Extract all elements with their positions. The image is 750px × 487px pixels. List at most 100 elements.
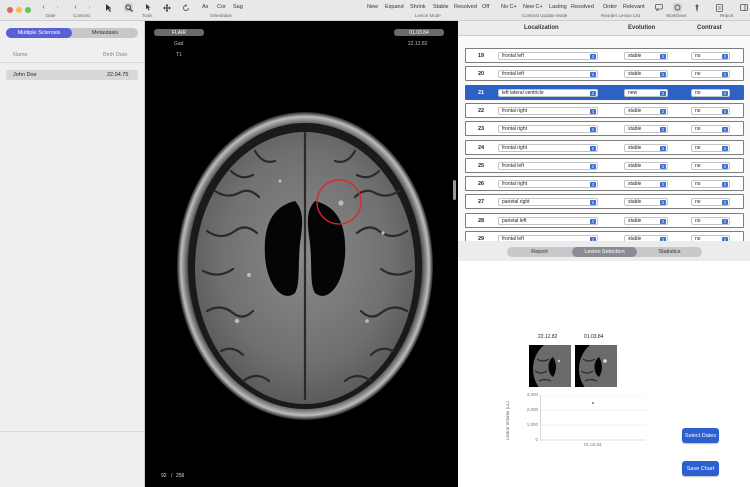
- contrast-dropdown[interactable]: no ⇕: [691, 216, 730, 225]
- contrast-lasting-button[interactable]: Lasting: [549, 4, 567, 11]
- lesion-row[interactable]: 29 frontal left ⇕ stable ⇕ no ⇕: [465, 231, 744, 241]
- pin-icon[interactable]: [692, 3, 701, 12]
- lesion-row[interactable]: 22 frontal right ⇕ stable ⇕ no ⇕: [465, 102, 744, 118]
- minimize-window-button[interactable]: [16, 7, 22, 13]
- contrast-dropdown[interactable]: no ⇕: [691, 125, 730, 134]
- contrast-no-button[interactable]: No C+: [501, 4, 517, 11]
- lesion-new-button[interactable]: New: [367, 4, 378, 11]
- move-icon[interactable]: [162, 3, 171, 12]
- localization-dropdown[interactable]: left lateral ventricle ⇕: [498, 88, 598, 97]
- localization-dropdown[interactable]: frontal right ⇕: [498, 125, 598, 134]
- localization-value: frontal left: [502, 162, 524, 169]
- contrast-resolved-button[interactable]: Resolved: [571, 4, 594, 11]
- localization-dropdown[interactable]: frontal left ⇕: [498, 70, 598, 79]
- arrow-cursor-icon[interactable]: [104, 3, 113, 12]
- zoom-window-button[interactable]: [25, 7, 31, 13]
- evolution-dropdown[interactable]: new ⇕: [624, 88, 668, 97]
- reorder-order-button[interactable]: Order: [603, 4, 617, 11]
- tab-metastasis[interactable]: Metastasis: [72, 28, 138, 38]
- localization-dropdown[interactable]: frontal left ⇕: [498, 52, 598, 60]
- lesion-row[interactable]: 27 parietal right ⇕ stable ⇕ no ⇕: [465, 194, 744, 210]
- chevron-updown-icon: ⇕: [660, 218, 666, 224]
- evolution-dropdown[interactable]: stable ⇕: [624, 180, 668, 189]
- orient-cor-button[interactable]: Cor: [217, 4, 226, 11]
- tab-report[interactable]: Report: [507, 247, 572, 257]
- pointer-icon[interactable]: [143, 3, 152, 12]
- contrast-dropdown[interactable]: no ⇕: [691, 70, 730, 79]
- circle-icon[interactable]: [673, 3, 682, 12]
- header-evolution[interactable]: Evolution: [628, 25, 655, 31]
- lesion-shrink-button[interactable]: Shrink: [410, 4, 426, 11]
- patient-row[interactable]: John Doe 22.04.75: [6, 70, 138, 80]
- contrast-dropdown[interactable]: no ⇕: [691, 106, 730, 115]
- header-localization[interactable]: Localization: [524, 25, 559, 31]
- localization-dropdown[interactable]: frontal right ⇕: [498, 143, 598, 152]
- chart-ytick: 1,000: [526, 422, 538, 427]
- localization-dropdown[interactable]: frontal left ⇕: [498, 161, 598, 170]
- localization-dropdown[interactable]: frontal right ⇕: [498, 180, 598, 189]
- tab-statistics[interactable]: Statistics: [637, 247, 702, 257]
- header-contrast[interactable]: Contrast: [697, 25, 722, 31]
- evolution-dropdown[interactable]: stable ⇕: [624, 52, 668, 60]
- lesion-row[interactable]: 23 frontal right ⇕ stable ⇕ no ⇕: [465, 121, 744, 137]
- lesion-row[interactable]: 25 frontal left ⇕ stable ⇕ no ⇕: [465, 157, 744, 173]
- lesion-row[interactable]: 26 frontal right ⇕ stable ⇕ no ⇕: [465, 176, 744, 192]
- contrast-value: no: [695, 71, 701, 78]
- lesion-row[interactable]: 21 left lateral ventricle ⇕ new ⇕ no ⇕: [465, 84, 744, 100]
- chevron-left-icon[interactable]: ‹: [39, 3, 48, 12]
- column-header-birth-date[interactable]: Birth Date: [103, 52, 127, 58]
- lesion-selection-pane: 22.12.82 01.03.84: [458, 261, 750, 487]
- contrast-dropdown[interactable]: no ⇕: [691, 52, 730, 60]
- contrast-dropdown[interactable]: no ⇕: [691, 88, 730, 97]
- select-dates-button[interactable]: Select Dates: [682, 428, 719, 443]
- contrast-new-button[interactable]: New C+: [523, 4, 543, 11]
- chevron-right-icon[interactable]: ›: [85, 3, 94, 12]
- localization-dropdown[interactable]: parietal left ⇕: [498, 216, 598, 225]
- evolution-dropdown[interactable]: stable ⇕: [624, 70, 668, 79]
- document-icon[interactable]: [715, 3, 724, 12]
- lesion-thumbnail-prior[interactable]: [529, 345, 571, 387]
- contrast-dropdown[interactable]: no ⇕: [691, 235, 730, 241]
- lesion-stable-button[interactable]: Stable: [433, 4, 449, 11]
- save-chart-button[interactable]: Save Chart: [682, 461, 719, 476]
- contrast-dropdown[interactable]: no ⇕: [691, 180, 730, 189]
- lesion-row[interactable]: 19 frontal left ⇕ stable ⇕ no ⇕: [465, 48, 744, 63]
- lesion-row[interactable]: 24 frontal right ⇕ stable ⇕ no ⇕: [465, 139, 744, 155]
- chevron-updown-icon: ⇕: [590, 163, 596, 169]
- sidebar-icon[interactable]: [739, 3, 748, 12]
- rotate-icon[interactable]: [181, 3, 190, 12]
- evolution-dropdown[interactable]: stable ⇕: [624, 143, 668, 152]
- evolution-dropdown[interactable]: stable ⇕: [624, 216, 668, 225]
- tab-multiple-sclerosis[interactable]: Multiple Sclerosis: [6, 28, 72, 38]
- localization-dropdown[interactable]: frontal left ⇕: [498, 235, 598, 241]
- slice-scroll-handle[interactable]: [453, 180, 456, 200]
- contrast-dropdown[interactable]: no ⇕: [691, 143, 730, 152]
- evolution-dropdown[interactable]: stable ⇕: [624, 161, 668, 170]
- reorder-relevant-button[interactable]: Relevant: [623, 4, 645, 11]
- lesion-row[interactable]: 20 frontal left ⇕ stable ⇕ no ⇕: [465, 66, 744, 82]
- orient-sag-button[interactable]: Sag: [233, 4, 243, 11]
- contrast-dropdown[interactable]: no ⇕: [691, 198, 730, 207]
- evolution-dropdown[interactable]: stable ⇕: [624, 125, 668, 134]
- close-window-button[interactable]: [7, 7, 13, 13]
- lesion-row[interactable]: 28 parietal left ⇕ stable ⇕ no ⇕: [465, 212, 744, 228]
- lesion-resolved-button[interactable]: Resolved: [454, 4, 477, 11]
- localization-dropdown[interactable]: parietal right ⇕: [498, 198, 598, 207]
- localization-dropdown[interactable]: frontal right ⇕: [498, 106, 598, 115]
- lesion-expand-button[interactable]: Expand: [385, 4, 404, 11]
- lesion-thumbnail-current[interactable]: [575, 345, 617, 387]
- evolution-dropdown[interactable]: stable ⇕: [624, 106, 668, 115]
- mri-viewer[interactable]: FLAIR Gad T1 01.03.84 22.12.82 92 / 256: [145, 21, 458, 487]
- contrast-dropdown[interactable]: no ⇕: [691, 161, 730, 170]
- tab-lesion-selection[interactable]: Lesion Selection: [572, 247, 637, 257]
- evolution-dropdown[interactable]: stable ⇕: [624, 235, 668, 241]
- magnifier-icon[interactable]: [124, 3, 133, 12]
- chat-icon[interactable]: [654, 3, 663, 12]
- lesion-off-button[interactable]: Off: [482, 4, 489, 11]
- evolution-dropdown[interactable]: stable ⇕: [624, 198, 668, 207]
- chevron-right-icon[interactable]: ›: [53, 3, 62, 12]
- orient-ax-button[interactable]: Ax: [202, 4, 208, 11]
- thumbnail-date-prior: 22.12.82: [538, 334, 558, 340]
- column-header-name[interactable]: Name: [13, 52, 28, 58]
- chevron-left-icon[interactable]: ‹: [71, 3, 80, 12]
